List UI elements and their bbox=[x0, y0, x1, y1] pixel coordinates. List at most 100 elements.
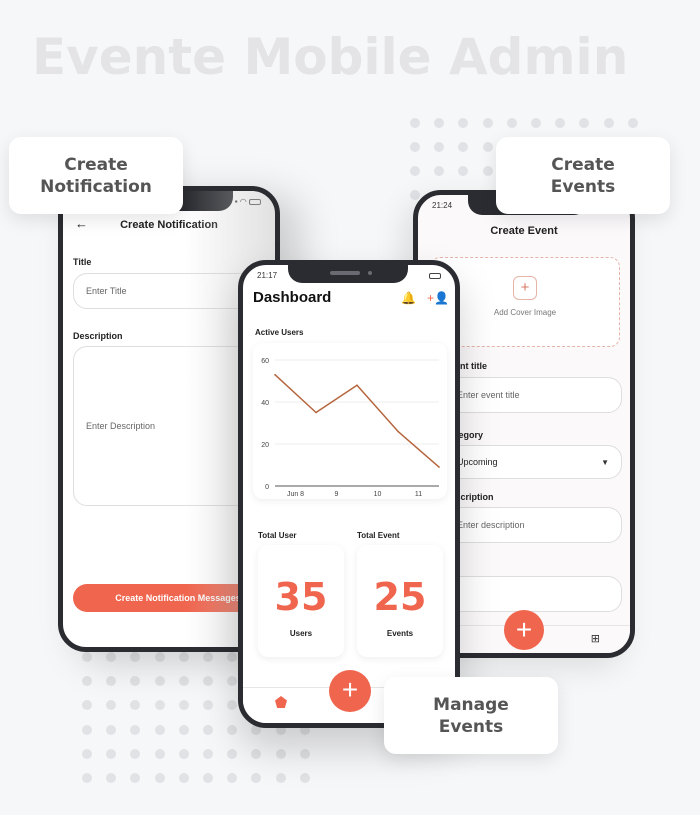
bell-add-icon[interactable]: 🔔 bbox=[401, 291, 416, 305]
decorative-dot bbox=[82, 772, 92, 783]
data-point bbox=[397, 430, 399, 433]
decorative-dot bbox=[482, 142, 493, 152]
total-events-card[interactable]: 25 Events bbox=[357, 545, 443, 657]
category-select[interactable]: Upcoming ▼ bbox=[444, 445, 622, 479]
y-tick-label: 20 bbox=[261, 442, 269, 449]
callout-manage-events: Manage Events bbox=[384, 677, 558, 754]
total-user-label: Total User bbox=[258, 531, 297, 540]
decorative-dot bbox=[434, 166, 445, 176]
decorative-dot bbox=[106, 772, 117, 783]
decorative-dot bbox=[458, 118, 469, 128]
add-user-icon[interactable]: +👤 bbox=[427, 291, 449, 305]
category-value: Upcoming bbox=[457, 457, 498, 467]
add-bookmark-icon[interactable]: ⊞ bbox=[591, 632, 600, 645]
callout-create-notification: Create Notification bbox=[9, 137, 183, 214]
total-users-card[interactable]: 35 Users bbox=[258, 545, 344, 657]
decorative-dot bbox=[227, 748, 238, 759]
dashboard-title: Dashboard bbox=[253, 289, 332, 306]
decorative-dot bbox=[178, 652, 189, 662]
decorative-dot bbox=[603, 118, 614, 128]
decorative-dot bbox=[275, 748, 286, 759]
decorative-dot bbox=[130, 748, 141, 759]
decorative-dot bbox=[627, 118, 638, 128]
data-point bbox=[438, 466, 440, 468]
decorative-dot bbox=[202, 652, 213, 662]
decorative-dot bbox=[227, 724, 238, 735]
decorative-dot bbox=[482, 118, 493, 128]
home-pentagon-icon[interactable] bbox=[275, 696, 287, 708]
decorative-dot bbox=[106, 748, 117, 759]
decorative-dot bbox=[227, 772, 238, 783]
extra-input[interactable] bbox=[444, 576, 622, 612]
decorative-dot bbox=[154, 676, 165, 687]
decorative-dot bbox=[130, 700, 141, 711]
events-caption: Events bbox=[386, 629, 414, 638]
status-time: 21:24 bbox=[432, 201, 453, 210]
decorative-dot bbox=[82, 676, 92, 687]
total-event-label: Total Event bbox=[357, 531, 400, 540]
decorative-dot bbox=[275, 772, 286, 783]
decorative-dot bbox=[82, 700, 92, 711]
decorative-dot bbox=[458, 142, 469, 152]
decorative-dot bbox=[154, 772, 165, 783]
active-users-line bbox=[274, 374, 440, 468]
callout-create-events: Create Events bbox=[496, 137, 670, 214]
decorative-dot bbox=[130, 724, 141, 735]
decorative-dot bbox=[458, 166, 469, 176]
active-users-label: Active Users bbox=[255, 328, 304, 337]
description-placeholder: Enter description bbox=[457, 520, 525, 530]
decorative-dot bbox=[130, 652, 141, 662]
active-users-chart: 0 20 40 60 Jun 8 9 10 11 bbox=[261, 358, 440, 498]
description-placeholder: Enter Description bbox=[86, 421, 156, 431]
decorative-dot bbox=[299, 772, 310, 783]
decorative-dot bbox=[227, 700, 238, 711]
decorative-dot bbox=[154, 748, 165, 759]
hero-title: Evente Mobile Admin bbox=[32, 28, 629, 86]
status-bar: 21:17 bbox=[257, 271, 441, 280]
decorative-dot bbox=[178, 676, 189, 687]
decorative-dot bbox=[154, 700, 165, 711]
create-event-fab[interactable]: + bbox=[504, 610, 544, 650]
title-placeholder: Enter Title bbox=[86, 286, 127, 296]
decorative-dot bbox=[410, 166, 420, 176]
decorative-dot bbox=[154, 724, 165, 735]
decorative-dot bbox=[106, 724, 117, 735]
users-caption: Users bbox=[289, 629, 313, 638]
caret-down-icon: ▼ bbox=[601, 457, 609, 467]
x-tick-label: 9 bbox=[335, 491, 339, 498]
decorative-dot bbox=[227, 676, 238, 687]
decorative-dot bbox=[227, 652, 238, 662]
decorative-dot bbox=[579, 118, 590, 128]
decorative-dot bbox=[202, 724, 213, 735]
x-tick-label: Jun 8 bbox=[287, 491, 304, 498]
decorative-dot bbox=[299, 748, 310, 759]
decorative-dot bbox=[154, 652, 165, 662]
decorative-dot bbox=[82, 652, 92, 662]
data-point bbox=[315, 411, 317, 414]
decorative-dot bbox=[202, 700, 213, 711]
y-tick-label: 40 bbox=[261, 400, 269, 407]
screen-title: Create Event bbox=[490, 225, 558, 237]
screen-title: Create Notification bbox=[120, 219, 218, 231]
total-events-value: 25 bbox=[373, 575, 427, 619]
x-tick-label: 11 bbox=[415, 491, 422, 498]
description-input[interactable]: Enter description bbox=[444, 507, 622, 543]
plus-icon: + bbox=[513, 276, 537, 300]
decorative-dot bbox=[178, 748, 189, 759]
data-point bbox=[274, 373, 276, 376]
event-title-placeholder: Enter event title bbox=[457, 390, 520, 400]
decorative-dot bbox=[178, 724, 189, 735]
add-event-fab[interactable]: + bbox=[329, 670, 371, 712]
decorative-dot bbox=[530, 118, 541, 128]
decorative-dot bbox=[130, 676, 141, 687]
event-title-input[interactable]: Enter event title bbox=[444, 377, 622, 413]
y-tick-label: 0 bbox=[265, 484, 269, 491]
total-users-value: 35 bbox=[274, 575, 328, 619]
decorative-dot bbox=[82, 748, 92, 759]
y-tick-label: 60 bbox=[261, 358, 269, 365]
decorative-dot bbox=[434, 118, 445, 128]
decorative-dot bbox=[130, 772, 141, 783]
decorative-dot bbox=[555, 118, 566, 128]
decorative-dot bbox=[251, 748, 262, 759]
data-point bbox=[356, 384, 358, 386]
